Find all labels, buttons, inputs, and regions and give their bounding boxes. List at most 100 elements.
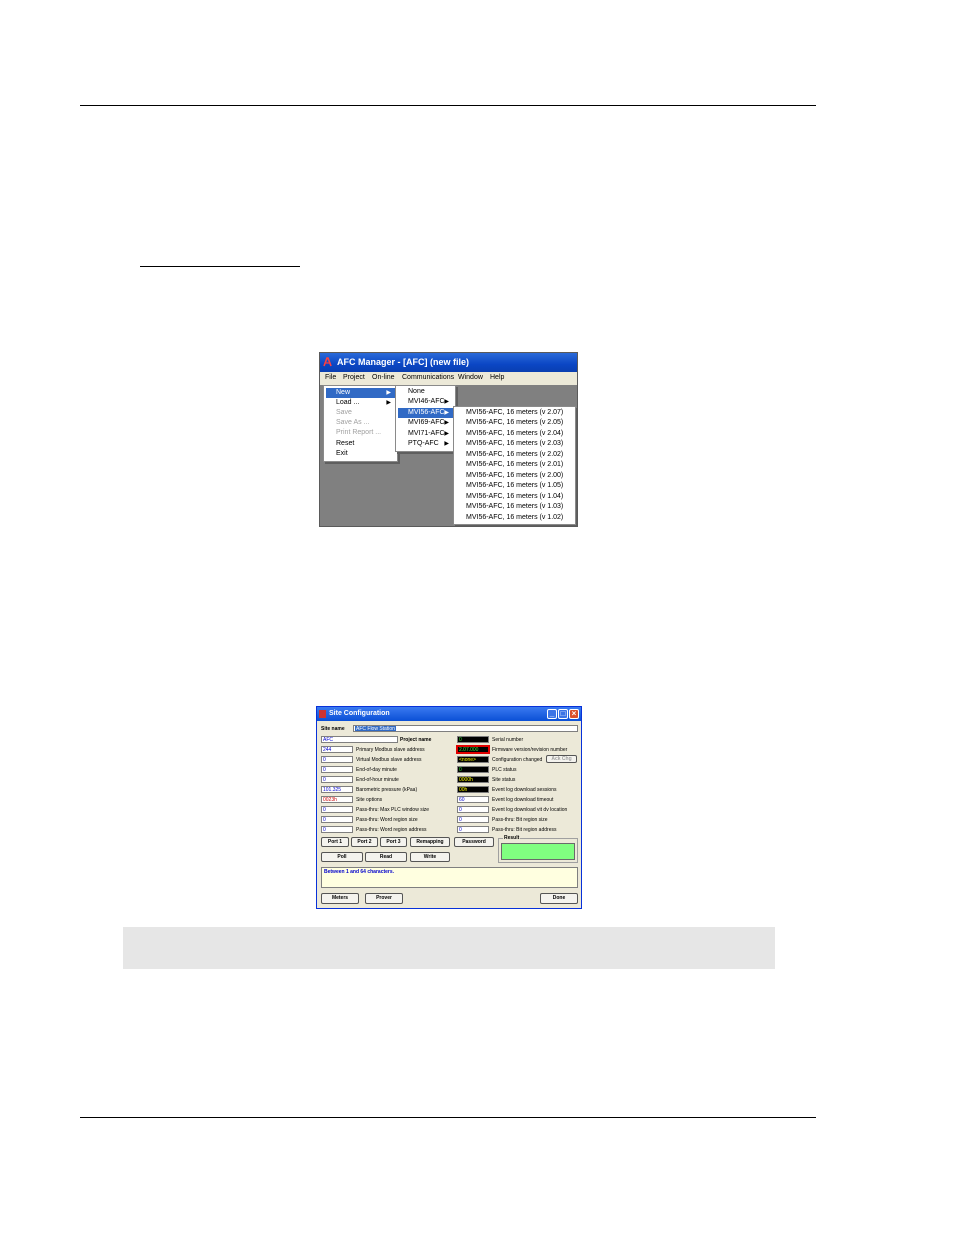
read-button[interactable]: Read <box>365 852 407 862</box>
password-button[interactable]: Password <box>454 837 494 847</box>
site-options-label: Site options <box>356 797 383 803</box>
mvi56-v207[interactable]: MVI56-AFC, 16 meters (v 2.07) <box>456 408 573 418</box>
mvi56-v205[interactable]: MVI56-AFC, 16 meters (v 2.05) <box>456 418 573 428</box>
primary-modbus-address-label: Primary Modbus slave address <box>356 747 425 753</box>
port-2-button[interactable]: Port 2 <box>351 837 378 847</box>
site-name-label: Site name <box>321 726 345 732</box>
passthru-bit-region-address-input[interactable]: 0 <box>457 826 489 833</box>
new-menu-mvi56[interactable]: MVI56-AFC ▶ <box>398 408 453 418</box>
firmware-version-value: 2.07.000 <box>457 746 489 753</box>
virtual-modbus-address-input[interactable]: 0 <box>321 756 353 763</box>
passthru-word-region-size-input[interactable]: 0 <box>321 816 353 823</box>
result-label: Result <box>503 835 521 841</box>
passthru-max-plc-window-label: Pass-thru: Max PLC window size <box>356 807 430 813</box>
file-menu: New ▶ Load ... ▶ Save Save As ... Print Re… <box>323 385 398 462</box>
close-button[interactable]: × <box>569 709 579 719</box>
port-1-button[interactable]: Port 1 <box>321 837 349 847</box>
mvi56-v104[interactable]: MVI56-AFC, 16 meters (v 1.04) <box>456 492 573 502</box>
maximize-button[interactable]: □ <box>558 709 568 719</box>
end-of-day-minute-label: End-of-day minute <box>356 767 397 773</box>
file-menu-load[interactable]: Load ... ▶ <box>326 398 395 408</box>
done-button[interactable]: Done <box>540 893 578 904</box>
port-3-button[interactable]: Port 3 <box>380 837 407 847</box>
menu-online[interactable]: On-line <box>372 374 395 381</box>
site-options-input[interactable]: 0023h <box>321 796 353 803</box>
new-menu-ptq[interactable]: PTQ-AFC ▶ <box>398 439 453 449</box>
firmware-version-label: Firmware version/revision number <box>492 747 568 753</box>
plc-status-value: 0 <box>457 766 489 773</box>
primary-modbus-address-input[interactable]: 244 <box>321 746 353 753</box>
new-menu-mvi71[interactable]: MVI71-AFC ▶ <box>398 429 453 439</box>
remapping-button[interactable]: Remapping <box>410 837 450 847</box>
mvi56-v102[interactable]: MVI56-AFC, 16 meters (v 1.02) <box>456 513 573 523</box>
site-status-value: 0000h <box>457 776 489 783</box>
site-status-label: Site status <box>492 777 516 783</box>
mvi56-v202[interactable]: MVI56-AFC, 16 meters (v 2.02) <box>456 450 573 460</box>
passthru-max-plc-window-input[interactable]: 0 <box>321 806 353 813</box>
close-icon: × <box>571 709 577 718</box>
mvi56-v105[interactable]: MVI56-AFC, 16 meters (v 1.05) <box>456 481 573 491</box>
afc-manager-window: AFC Manager - [AFC] (new file) File Proj… <box>319 352 578 527</box>
event-log-location-input[interactable]: 0 <box>457 806 489 813</box>
event-log-timeout-input[interactable]: 60 <box>457 796 489 803</box>
passthru-bit-region-size-input[interactable]: 0 <box>457 816 489 823</box>
file-menu-new[interactable]: New ▶ <box>326 388 395 398</box>
mvi56-v204[interactable]: MVI56-AFC, 16 meters (v 2.04) <box>456 429 573 439</box>
menu-file[interactable]: File <box>325 374 336 381</box>
site-configuration-dialog: Site Configuration _ □ × Site name AFC F… <box>316 706 582 909</box>
passthru-bit-region-size-label: Pass-thru: Bit region size <box>492 817 548 823</box>
passthru-word-region-size-label: Pass-thru: Word region size <box>356 817 418 823</box>
file-menu-reset[interactable]: Reset <box>326 439 395 449</box>
minimize-button[interactable]: _ <box>547 709 557 719</box>
passthru-word-region-address-label: Pass-thru: Word region address <box>356 827 427 833</box>
end-of-hour-minute-label: End-of-hour minute <box>356 777 399 783</box>
new-menu-none[interactable]: None <box>398 387 453 397</box>
afc-window-title: AFC Manager - [AFC] (new file) <box>337 357 469 367</box>
serial-number-label: Serial number <box>492 737 524 743</box>
file-menu-exit[interactable]: Exit <box>326 449 395 459</box>
menu-project[interactable]: Project <box>343 374 365 381</box>
meters-button[interactable]: Meters <box>321 893 359 904</box>
prover-button[interactable]: Prover <box>365 893 403 904</box>
project-name-input[interactable]: AFC <box>321 736 398 743</box>
header-rule <box>80 105 816 106</box>
maximize-icon: □ <box>560 709 566 718</box>
write-button[interactable]: Write <box>410 852 450 862</box>
site-app-icon <box>319 710 326 718</box>
new-menu-mvi69[interactable]: MVI69-AFC ▶ <box>398 418 453 428</box>
menu-communications[interactable]: Communications <box>402 374 454 381</box>
afc-titlebar: AFC Manager - [AFC] (new file) <box>320 353 577 372</box>
note-box <box>123 927 775 969</box>
minimize-icon: _ <box>549 709 555 718</box>
virtual-modbus-address-label: Virtual Modbus slave address <box>356 757 422 763</box>
event-log-timeout-label: Event log download timeout <box>492 797 554 803</box>
menu-window[interactable]: Window <box>458 374 483 381</box>
plc-status-label: PLC status <box>492 767 517 773</box>
mvi56-v103[interactable]: MVI56-AFC, 16 meters (v 1.03) <box>456 502 573 512</box>
passthru-bit-region-address-label: Pass-thru: Bit region address <box>492 827 557 833</box>
footer-rule <box>80 1117 816 1118</box>
event-log-sessions-label: Event log download sessions <box>492 787 557 793</box>
configuration-changed-value: <none> <box>457 756 489 763</box>
poll-button[interactable]: Poll <box>321 852 363 862</box>
barometric-pressure-input[interactable]: 101.325 <box>321 786 353 793</box>
passthru-word-region-address-input[interactable]: 0 <box>321 826 353 833</box>
mvi56-v203[interactable]: MVI56-AFC, 16 meters (v 2.03) <box>456 439 573 449</box>
project-name-label: Project name <box>400 737 432 743</box>
new-menu-mvi46[interactable]: MVI46-AFC ▶ <box>398 397 453 407</box>
ack-chg-button: Ack Chg <box>546 755 577 763</box>
new-submenu: None MVI46-AFC ▶ MVI56-AFC ▶ MVI69-AFC ▶ MV… <box>395 385 456 452</box>
end-of-hour-minute-input[interactable]: 0 <box>321 776 353 783</box>
mvi56-version-submenu: MVI56-AFC, 16 meters (v 2.07) MVI56-AFC,… <box>453 406 576 525</box>
mvi56-v201[interactable]: MVI56-AFC, 16 meters (v 2.01) <box>456 460 573 470</box>
end-of-day-minute-input[interactable]: 0 <box>321 766 353 773</box>
barometric-pressure-label: Barometric pressure (kPaa) <box>356 787 418 793</box>
file-menu-save: Save <box>336 409 352 416</box>
site-titlebar: Site Configuration _ □ × <box>317 707 581 721</box>
afc-app-icon <box>323 357 332 367</box>
file-menu-print-report: Print Report ... <box>336 429 382 436</box>
site-name-input[interactable]: AFC Flow Station <box>353 725 578 732</box>
result-indicator <box>501 843 575 860</box>
mvi56-v200[interactable]: MVI56-AFC, 16 meters (v 2.00) <box>456 471 573 481</box>
menu-help[interactable]: Help <box>490 374 504 381</box>
